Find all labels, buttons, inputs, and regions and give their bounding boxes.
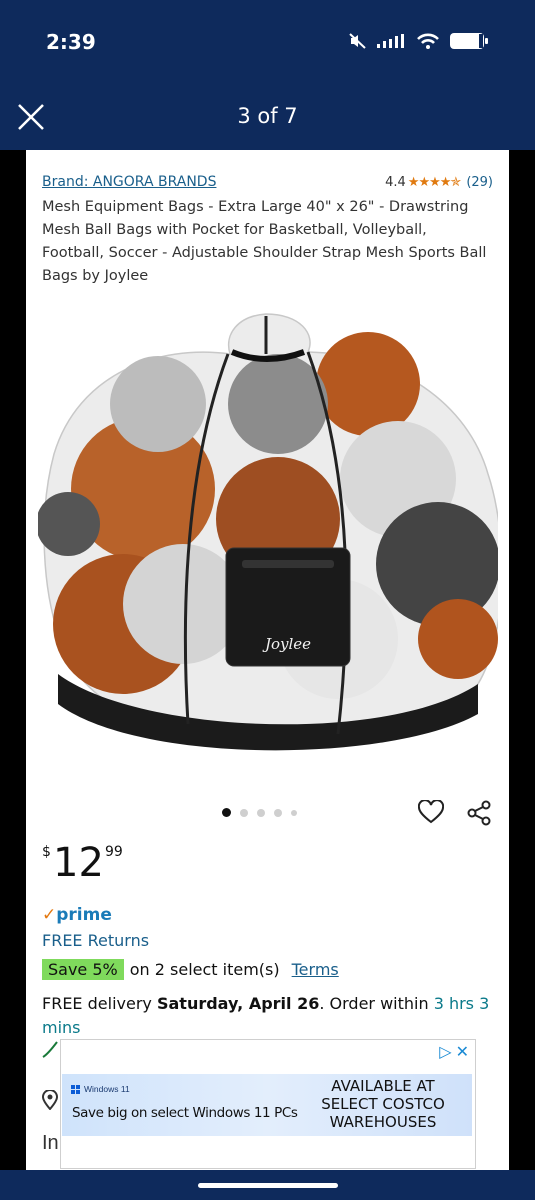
windows-logo: Windows 11 [71,1084,130,1094]
pin-icon [42,1041,58,1058]
brand-link[interactable]: Brand: ANGORA BRANDS [42,174,216,190]
carousel-dot-5[interactable] [291,809,297,816]
status-time: 2:39 [46,30,96,54]
delivery-prefix: FREE delivery [42,994,157,1013]
free-returns-link[interactable]: FREE Returns [42,931,149,950]
mute-icon [349,33,366,49]
share-icon[interactable] [466,800,492,826]
prime-label: prime [56,905,112,925]
carousel-dot-1[interactable] [222,808,231,817]
product-sheet: Brand: ANGORA BRANDS 4.4 ★★★★✯ (29) Mesh… [26,150,509,1170]
location-icon [41,1090,59,1110]
carousel-dot-3[interactable] [257,808,265,817]
ad-cta: AVAILABLE AT SELECT COSTCO WAREHOUSES [321,1077,445,1131]
save-text: on 2 select item(s) [129,960,280,979]
top-bar: 2:39 3 of 7 [0,0,535,150]
coupon-row: Save 5% on 2 select item(s) Terms [42,959,339,980]
terms-link[interactable]: Terms [292,960,339,979]
save-badge: Save 5% [42,959,124,980]
ad-close-icon[interactable]: ✕ [456,1042,469,1062]
price-currency: $ [42,844,51,860]
ad-banner[interactable]: ▷ ✕ Windows 11 Save big on select Window… [60,1039,476,1169]
ad-controls: ▷ ✕ [439,1042,469,1062]
heart-icon[interactable] [418,800,444,826]
delivery-info: FREE delivery Saturday, April 26. Order … [42,992,497,1040]
rating[interactable]: 4.4 ★★★★✯ (29) [385,174,493,190]
bottom-bar [0,1170,535,1200]
ad-choices-icon[interactable]: ▷ [439,1042,451,1062]
price-whole: 12 [53,840,104,886]
carousel-dots[interactable] [222,808,297,817]
product-title: Mesh Equipment Bags - Extra Large 40" x … [42,199,487,284]
delivery-mid: . Order within [319,994,434,1013]
wifi-icon [417,33,439,49]
home-indicator[interactable] [198,1183,338,1188]
prime-check-icon: ✓ [42,905,57,925]
ad-brand: Windows 11 [84,1084,130,1094]
prime-badge: ✓prime [42,905,112,925]
signal-icon [377,34,404,48]
ad-creative[interactable]: Windows 11 Save big on select Windows 11… [62,1074,472,1136]
ad-tagline: Save big on select Windows 11 PCs [72,1105,298,1121]
delivery-date: Saturday, April 26 [156,994,320,1013]
image-brand-text: Joylee [262,635,311,653]
image-counter: 3 of 7 [237,104,298,128]
rating-value: 4.4 [385,174,406,190]
windows-icon [71,1084,80,1094]
brand-rating-row: Brand: ANGORA BRANDS 4.4 ★★★★✯ (29) [42,174,493,190]
status-icons [349,32,489,50]
carousel-dot-2[interactable] [240,808,248,817]
carousel-dot-4[interactable] [274,808,282,817]
battery-icon [450,33,488,49]
partial-text: In [42,1132,59,1154]
price-cents: 99 [105,844,123,860]
product-image[interactable]: Joylee [38,294,498,759]
rating-count[interactable]: (29) [466,175,493,190]
star-rating-icon: ★★★★✯ [407,174,462,190]
